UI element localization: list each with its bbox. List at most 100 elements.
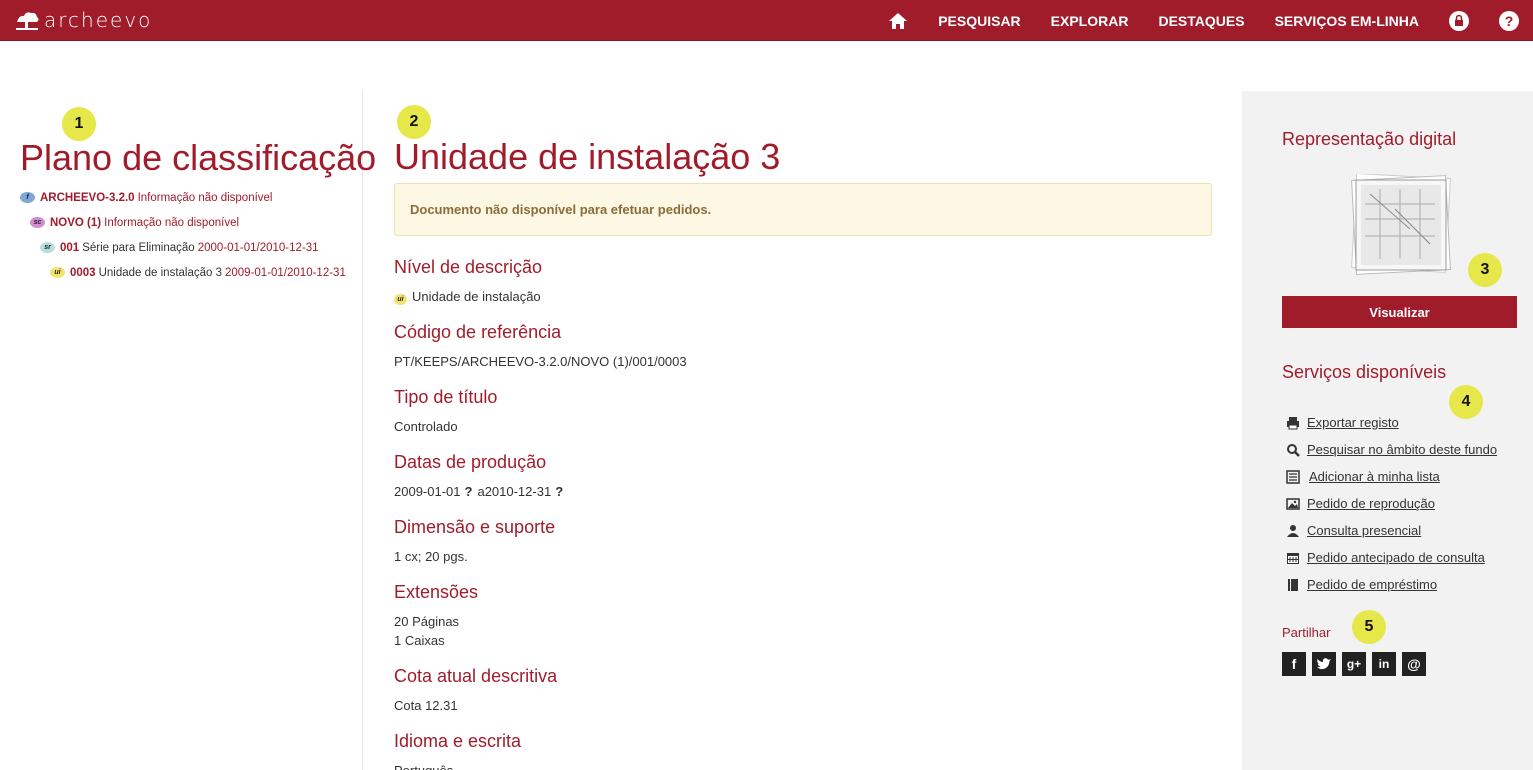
field-value-wrap: 2009-01-01? a2010-12-31?: [394, 482, 1212, 501]
field-value: Português: [394, 761, 1212, 770]
available-services-title: Serviços disponíveis: [1282, 362, 1447, 382]
search-icon: [1287, 443, 1300, 457]
email-share-button[interactable]: @: [1402, 652, 1426, 676]
view-button[interactable]: Visualizar: [1282, 296, 1517, 328]
annotation-badge-3: 3: [1468, 253, 1502, 287]
archeevo-logo[interactable]: archeevo: [14, 6, 152, 34]
date-separator: a: [477, 484, 485, 499]
classification-tree: f ARCHEEVO-3.2.0 Informação não disponív…: [20, 185, 346, 285]
service-reproduction[interactable]: Pedido de reprodução: [1286, 490, 1497, 517]
list-icon: [1286, 469, 1300, 484]
field-value-wrap: 20 Páginas 1 Caixas: [394, 612, 1212, 650]
service-link[interactable]: Exportar registo: [1307, 415, 1399, 430]
nav-explorar[interactable]: EXPLORAR: [1051, 13, 1129, 29]
tree-logo-icon: [16, 12, 39, 30]
nav-destaques[interactable]: DESTAQUES: [1158, 13, 1244, 29]
field-production-dates: Datas de produção 2009-01-01? a2010-12-31…: [394, 452, 1212, 517]
tree-item[interactable]: sr 001 Série para Eliminação 2000-01-01/…: [20, 235, 346, 260]
field-level: Nível de descrição ui Unidade de instalaç…: [394, 257, 1212, 322]
service-export[interactable]: Exportar registo: [1286, 409, 1497, 436]
tree-item-code[interactable]: ARCHEEVO-3.2.0: [40, 192, 135, 204]
svg-text:?: ?: [1505, 13, 1514, 29]
level-unit-icon: ui: [394, 294, 407, 305]
classification-panel: 1 Plano de classificação f ARCHEEVO-3.2.…: [0, 91, 376, 770]
nav-servicos-em-linha[interactable]: SERVIÇOS EM-LINHA: [1275, 13, 1419, 29]
service-search-fund[interactable]: Pesquisar no âmbito deste fundo: [1286, 436, 1497, 463]
service-link[interactable]: Pesquisar no âmbito deste fundo: [1307, 442, 1497, 457]
level-subsection-icon: sc: [30, 217, 45, 228]
login-button[interactable]: [1449, 10, 1469, 31]
services-list: Exportar registo Pesquisar no âmbito des…: [1286, 409, 1497, 598]
logo-text: archeevo: [44, 8, 153, 32]
main-nav: PESQUISAR EXPLORAR DESTAQUES SERVIÇOS EM…: [858, 0, 1519, 41]
field-label: Cota atual descritiva: [394, 666, 558, 686]
tree-item[interactable]: f ARCHEEVO-3.2.0 Informação não disponív…: [20, 185, 346, 210]
date-end: 2010-12-31: [484, 484, 552, 499]
tree-item-date: 2009-01-01/2010-12-31: [225, 266, 346, 279]
date-uncertain-marker[interactable]: ?: [555, 484, 563, 499]
tree-item-code[interactable]: 0003: [70, 267, 96, 279]
service-link[interactable]: Pedido antecipado de consulta: [1307, 550, 1485, 565]
digital-thumbnail[interactable]: [1350, 174, 1452, 276]
home-icon: [889, 12, 908, 29]
field-value: Unidade de instalação: [412, 289, 541, 304]
service-advance-request[interactable]: Pedido antecipado de consulta: [1286, 544, 1497, 571]
service-link[interactable]: Adicionar à minha lista: [1309, 469, 1440, 484]
share-title: Partilhar: [1282, 625, 1331, 640]
service-loan[interactable]: Pedido de empréstimo: [1286, 571, 1497, 598]
level-unit-icon: ui: [50, 267, 65, 278]
google-plus-share-button[interactable]: g+: [1342, 652, 1366, 676]
annotation-badge-2: 2: [397, 105, 431, 139]
field-label: Código de referência: [394, 322, 562, 342]
annotation-badge-5: 5: [1352, 610, 1386, 644]
tree-item-code[interactable]: NOVO (1): [50, 217, 101, 229]
share-buttons: f g+ in @: [1282, 652, 1432, 676]
classification-title: Plano de classificação: [20, 137, 377, 178]
field-value: Controlado: [394, 419, 458, 434]
help-button[interactable]: ?: [1499, 10, 1519, 31]
linkedin-share-button[interactable]: in: [1372, 652, 1396, 676]
twitter-icon: [1317, 658, 1331, 670]
field-dimension: Dimensão e suporte 1 cx; 20 pgs.: [394, 517, 1212, 582]
home-button[interactable]: [888, 11, 908, 31]
field-language: Idioma e escrita Português: [394, 731, 1212, 770]
top-navbar: archeevo PESQUISAR EXPLORAR DESTAQUES SE…: [0, 0, 1533, 41]
field-reference-code: Código de referência PT/KEEPS/ARCHEEVO-3…: [394, 322, 1212, 387]
field-value: 1 cx; 20 pgs.: [394, 549, 468, 564]
service-link[interactable]: Consulta presencial: [1307, 523, 1421, 538]
service-presential[interactable]: Consulta presencial: [1286, 517, 1497, 544]
service-link[interactable]: Pedido de reprodução: [1307, 496, 1435, 511]
level-series-icon: sr: [40, 242, 55, 253]
nav-pesquisar[interactable]: PESQUISAR: [938, 13, 1020, 29]
field-title-type: Tipo de título Controlado: [394, 387, 1212, 452]
tree-item-title: Unidade de instalação 3: [98, 266, 222, 279]
field-label: Datas de produção: [394, 452, 547, 472]
extension-item: 1 Caixas: [394, 633, 445, 648]
help-icon: ?: [1499, 10, 1519, 31]
user-icon: [1287, 524, 1299, 537]
field-call-number: Cota atual descritiva Cota 12.31: [394, 666, 1212, 731]
date-start: 2009-01-01: [394, 484, 461, 499]
lock-icon: [1449, 10, 1469, 31]
level-fundo-icon: f: [20, 192, 35, 203]
book-icon: [1288, 578, 1298, 591]
tree-item[interactable]: ui 0003 Unidade de instalação 3 2009-01-…: [20, 260, 346, 285]
annotation-badge-1: 1: [62, 107, 96, 141]
date-uncertain-marker[interactable]: ?: [465, 484, 473, 499]
tree-item-code[interactable]: 001: [60, 242, 79, 254]
extension-item: 20 Páginas: [394, 614, 460, 629]
service-add-list[interactable]: Adicionar à minha lista: [1286, 463, 1497, 490]
field-extensions: Extensões 20 Páginas 1 Caixas: [394, 582, 1212, 666]
field-label: Idioma e escrita: [394, 731, 522, 751]
record-title: Unidade de instalação 3: [394, 136, 781, 177]
tree-item[interactable]: sc NOVO (1) Informação não disponível: [20, 210, 346, 235]
services-sidebar: Representação digital 3 Visualizar Servi…: [1242, 91, 1533, 770]
field-label: Dimensão e suporte: [394, 517, 556, 537]
field-label: Nível de descrição: [394, 257, 543, 277]
facebook-share-button[interactable]: f: [1282, 652, 1306, 676]
twitter-share-button[interactable]: [1312, 652, 1336, 676]
tree-item-date: Informação não disponível: [137, 191, 273, 204]
digital-representation-title: Representação digital: [1282, 129, 1457, 149]
tree-item-date: 2000-01-01/2010-12-31: [197, 241, 319, 254]
service-link[interactable]: Pedido de empréstimo: [1307, 577, 1437, 592]
